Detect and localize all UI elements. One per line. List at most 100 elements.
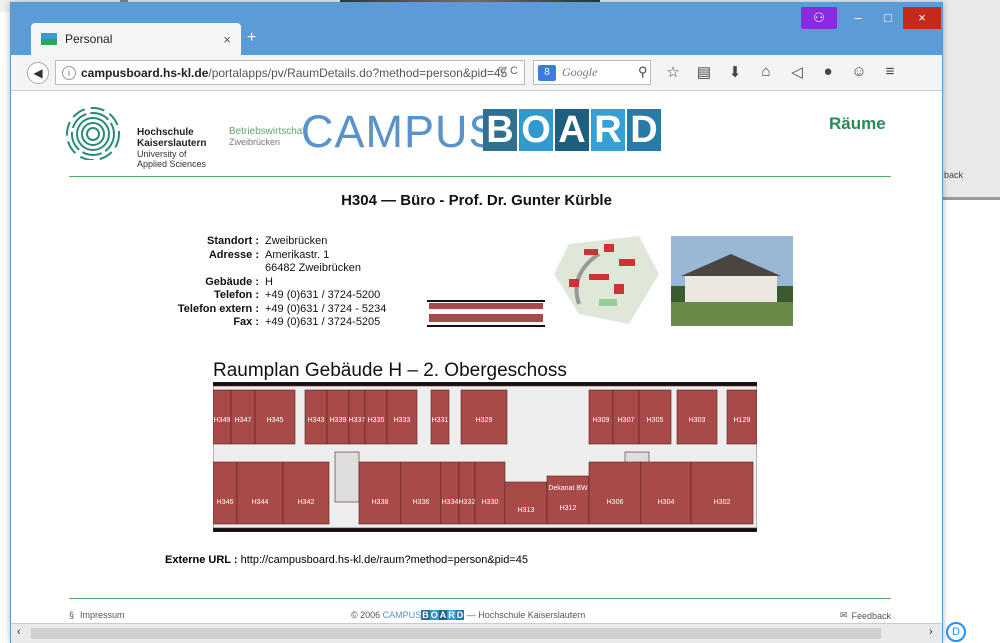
room-label-H304[interactable]: H304 <box>658 499 675 506</box>
room-dekanat <box>546 475 590 525</box>
room-label-H306[interactable]: H306 <box>607 499 624 506</box>
room-label-H330[interactable]: H330 <box>482 499 499 506</box>
maximize-button[interactable]: □ <box>873 7 903 29</box>
section-title[interactable]: Räume <box>829 114 886 134</box>
room-label-H333[interactable]: H333 <box>394 417 411 424</box>
minimize-button[interactable]: – <box>843 7 873 29</box>
bwl-line1: Betriebswirtschaft <box>229 126 308 137</box>
mini-board-letter: B <box>421 610 430 620</box>
room-label-H332[interactable]: H332 <box>459 499 476 506</box>
scroll-left-icon[interactable]: ‹ <box>17 626 21 638</box>
url-host: campusboard.hs-kl.de <box>81 65 209 80</box>
site-info-icon[interactable]: i <box>62 65 76 80</box>
hs-line4: Applied Sciences <box>137 159 207 169</box>
reload-icon[interactable]: ▽ C <box>499 64 518 77</box>
room-label-H312[interactable]: H312 <box>560 505 577 512</box>
search-icon[interactable]: ⚲ <box>638 64 648 80</box>
address-bar[interactable]: i campusboard.hs-kl.de /portalapps/pv/Ra… <box>55 60 525 85</box>
info-row: Telefon extern : +49 (0)631 / 3724 - 5234 <box>151 303 387 317</box>
bwl-line2: Zweibrücken <box>229 137 281 147</box>
info-row: Telefon : +49 (0)631 / 3724-5200 <box>151 289 386 303</box>
scrollbar-thumb[interactable] <box>31 628 881 639</box>
feedback-link[interactable]: ✉ Feedback <box>840 610 891 621</box>
room-H330 <box>474 461 506 525</box>
copyright-campus: CAMPUS <box>382 610 422 620</box>
floor-wall <box>213 527 757 532</box>
search-placeholder: Google <box>562 65 598 79</box>
home-icon[interactable]: ⌂ <box>758 63 774 81</box>
room-label-H313[interactable]: H313 <box>518 507 535 514</box>
room-label-dekanat[interactable]: Dekanat BW <box>548 485 588 492</box>
room-label-H307[interactable]: H307 <box>618 417 635 424</box>
search-bar[interactable]: 8 Google ⚲ <box>533 60 651 85</box>
campus-map-thumbnail[interactable] <box>549 234 663 326</box>
mini-board-letter: O <box>429 610 439 620</box>
info-value: Amerikastr. 1 <box>265 248 330 261</box>
close-window-button[interactable]: × <box>903 7 941 29</box>
room-label-H309[interactable]: H309 <box>593 417 610 424</box>
floor-plan-thumbnail[interactable] <box>427 292 545 330</box>
room-label-H343[interactable]: H343 <box>308 417 325 424</box>
room-label-H337[interactable]: H337 <box>349 417 366 424</box>
search-engine-icon[interactable]: 8 <box>538 64 556 81</box>
abp-icon[interactable]: ● <box>820 63 836 81</box>
room-H344 <box>236 461 284 525</box>
room-label-H334[interactable]: H334 <box>442 499 459 506</box>
room-label-H339[interactable]: H339 <box>330 417 347 424</box>
board-logo: BOARD <box>483 109 661 151</box>
room-label-H342[interactable]: H342 <box>298 499 315 506</box>
impressum-link[interactable]: § Impressum <box>69 610 125 620</box>
external-url: Externe URL : http://campusboard.hs-kl.d… <box>165 554 528 566</box>
hs-line3: University of <box>137 149 187 159</box>
hochschule-logo-icon <box>66 107 120 160</box>
reader-icon[interactable]: ▤ <box>696 63 712 81</box>
room-label-H338[interactable]: H338 <box>372 499 389 506</box>
footer-divider <box>69 598 891 599</box>
chat-icon[interactable]: ☺ <box>851 63 867 81</box>
menu-icon[interactable]: ≡ <box>882 63 898 81</box>
room-label-H329[interactable]: H329 <box>476 417 493 424</box>
mini-board-letter: R <box>447 610 456 620</box>
copyright-board-logo: BOARD <box>421 610 465 620</box>
horizontal-scrollbar[interactable]: ‹ › <box>11 623 942 643</box>
download-icon[interactable]: ⬇ <box>727 63 743 81</box>
info-row: Adresse : Amerikastr. 1 <box>151 249 386 263</box>
info-value: 66482 Zweibrücken <box>265 262 362 274</box>
room-H336 <box>400 461 442 525</box>
room-label-H346[interactable]: H346 <box>217 499 234 506</box>
room-label-H336[interactable]: H336 <box>413 499 430 506</box>
hochschule-name: Hochschule Kaiserslautern University of … <box>137 127 207 170</box>
hs-line1: Hochschule <box>137 127 194 138</box>
room-label-H345[interactable]: H345 <box>267 417 284 424</box>
scroll-right-icon[interactable]: › <box>929 626 933 638</box>
room-label-H302[interactable]: H302 <box>714 499 731 506</box>
info-row: Fax : +49 (0)631 / 3724-5205 <box>151 316 386 330</box>
floor-plan-title: Raumplan Gebäude H – 2. Obergeschoss <box>213 360 567 381</box>
room-label-H305[interactable]: H305 <box>647 417 664 424</box>
new-tab-button[interactable]: + <box>247 29 256 47</box>
room-H313 <box>504 481 548 525</box>
room-label-H335[interactable]: H335 <box>368 417 385 424</box>
room-H302 <box>690 461 754 525</box>
room-label-H344[interactable]: H344 <box>252 499 269 506</box>
tab-personal[interactable]: Personal × <box>31 23 241 55</box>
info-row: Gebäude : H <box>151 276 386 290</box>
star-icon[interactable]: ☆ <box>665 63 681 81</box>
room-details: Standort : Zweibrücken Adresse : Amerikastr… <box>151 235 387 330</box>
floor-wall <box>213 382 757 387</box>
info-label: Adresse : <box>208 248 259 261</box>
send-icon[interactable]: ◁ <box>789 63 805 81</box>
room-label-H331[interactable]: H331 <box>432 417 449 424</box>
info-value: +49 (0)631 / 3724-5205 <box>265 316 381 328</box>
room-label-H347[interactable]: H347 <box>235 417 252 424</box>
taskbar-app-icon[interactable]: D <box>946 622 966 642</box>
info-label: Fax : <box>233 316 259 328</box>
building-photo[interactable] <box>671 236 793 326</box>
room-label-H303[interactable]: H303 <box>689 417 706 424</box>
external-url-link[interactable]: http://campusboard.hs-kl.de/raum?method=… <box>241 554 528 566</box>
tab-close-icon[interactable]: × <box>223 32 231 47</box>
back-button[interactable]: ◀ <box>27 61 49 84</box>
room-label-H129[interactable]: H129 <box>734 417 751 424</box>
header-divider <box>69 176 891 177</box>
room-label-H349[interactable]: H349 <box>214 417 231 424</box>
